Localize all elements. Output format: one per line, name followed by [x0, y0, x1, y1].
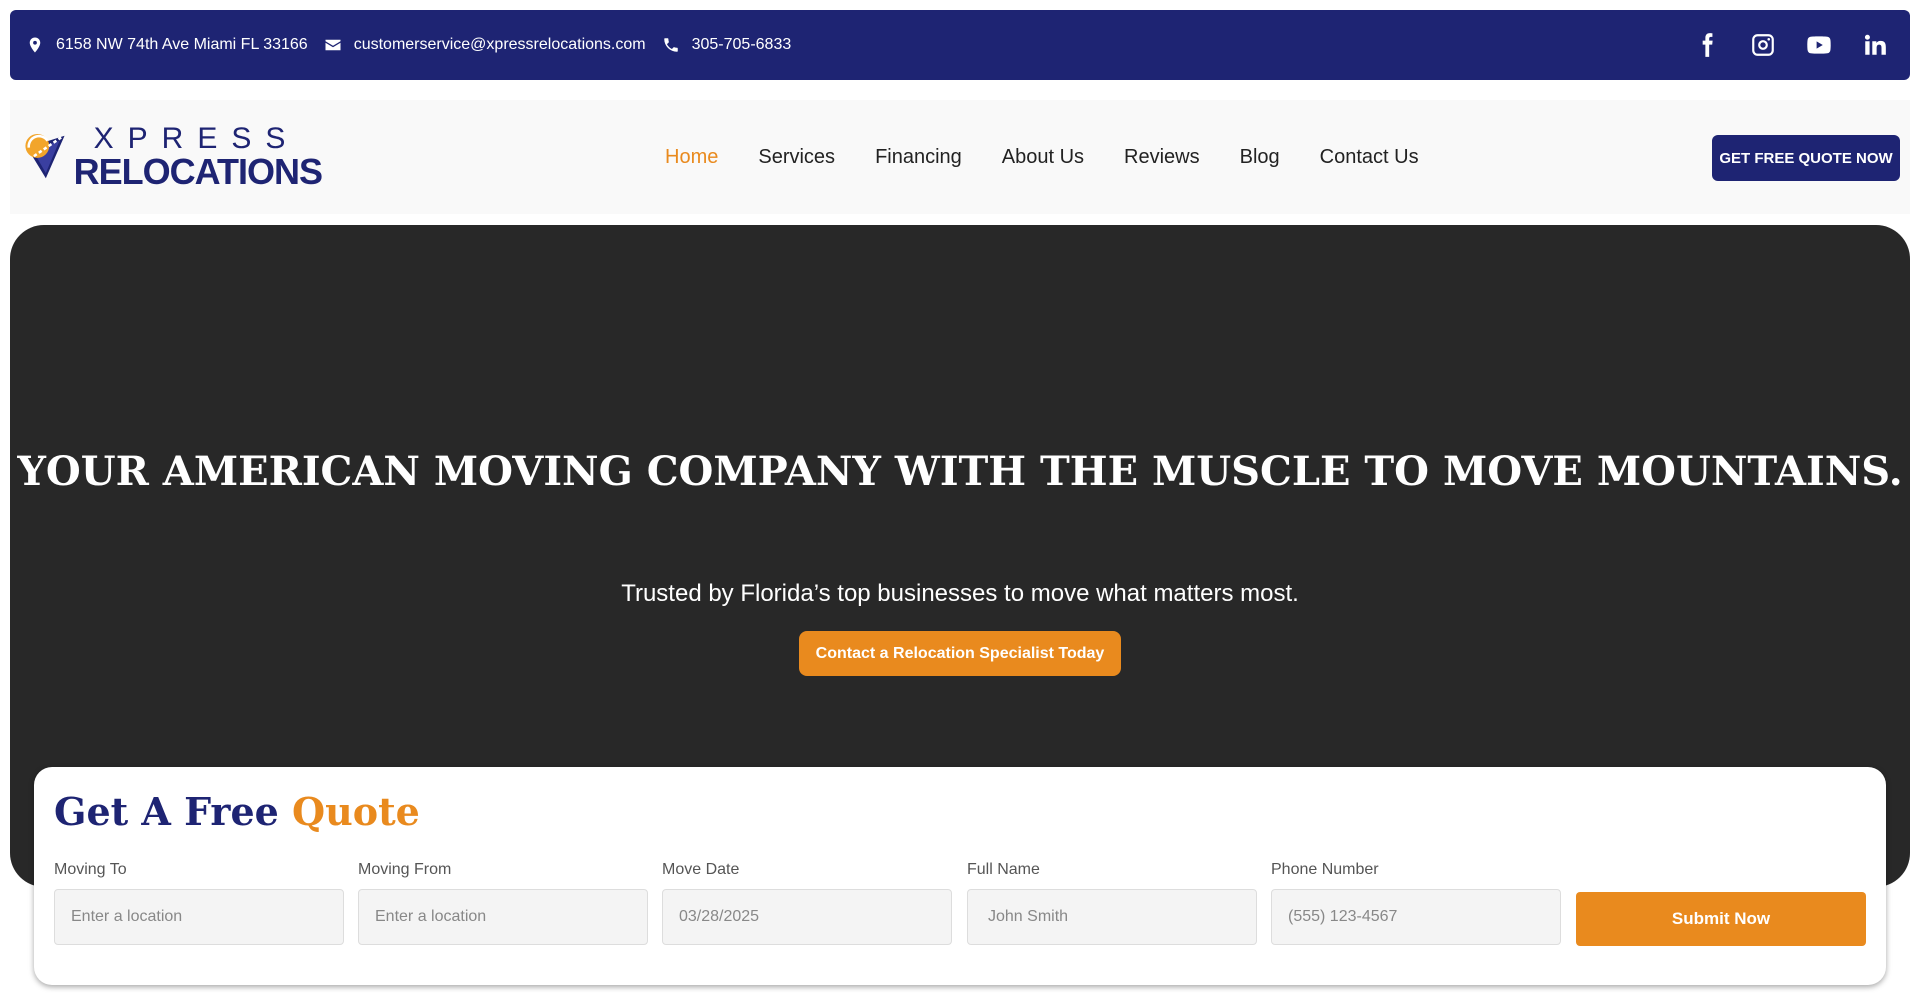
contact-specialist-button[interactable]: Contact a Relocation Specialist Today: [799, 631, 1121, 676]
envelope-icon: [325, 39, 341, 51]
moving-from-field: Moving From Enter a location: [358, 861, 648, 945]
quote-form-title: Get A Free Quote: [54, 789, 420, 834]
quote-form-card: Get A Free Quote Moving To Enter a locat…: [34, 767, 1886, 985]
address-item: 6158 NW 74th Ave Miami FL 33166: [26, 36, 308, 54]
nav-home[interactable]: Home: [665, 146, 718, 169]
quote-title-main: Get A Free: [54, 789, 293, 834]
phone-number-input[interactable]: (555) 123-4567: [1271, 889, 1561, 945]
facebook-icon[interactable]: [1694, 32, 1720, 58]
top-bar: 6158 NW 74th Ave Miami FL 33166 customer…: [10, 10, 1910, 80]
logo-text: XPRESS RELOCATIONS: [73, 122, 323, 192]
nav-reviews[interactable]: Reviews: [1124, 146, 1200, 169]
youtube-icon[interactable]: [1806, 32, 1832, 58]
get-free-quote-button[interactable]: GET FREE QUOTE NOW: [1712, 135, 1900, 181]
move-date-input[interactable]: 03/28/2025: [662, 889, 952, 945]
logo-line1: XPRESS: [93, 122, 300, 155]
logo-line2: RELOCATIONS: [73, 151, 323, 192]
phone-number-label: Phone Number: [1271, 861, 1379, 878]
nav-contact-us[interactable]: Contact Us: [1320, 146, 1419, 169]
address-text: 6158 NW 74th Ave Miami FL 33166: [56, 36, 308, 53]
phone-number-field: Phone Number (555) 123-4567: [1271, 861, 1561, 945]
social-links: [1694, 32, 1894, 58]
move-date-field: Move Date 03/28/2025: [662, 861, 952, 945]
hero-title: YOUR AMERICAN MOVING COMPANY WITH THE MU…: [17, 448, 1903, 495]
moving-from-input[interactable]: Enter a location: [358, 889, 648, 945]
submit-button[interactable]: Submit Now: [1576, 892, 1866, 946]
location-pin-icon: [29, 37, 41, 53]
quote-title-accent: Quote: [292, 789, 420, 834]
hero-subtitle: Trusted by Florida’s top businesses to m…: [621, 580, 1299, 607]
main-nav: Home Services Financing About Us Reviews…: [665, 100, 1419, 214]
phone-link[interactable]: 305-705-6833: [692, 36, 792, 54]
full-name-field: Full Name John Smith: [967, 861, 1257, 945]
full-name-input[interactable]: John Smith: [967, 889, 1257, 945]
nav-blog[interactable]: Blog: [1240, 146, 1280, 169]
nav-about-us[interactable]: About Us: [1002, 146, 1084, 169]
linkedin-icon[interactable]: [1862, 32, 1888, 58]
phone-icon: [663, 38, 678, 52]
nav-financing[interactable]: Financing: [875, 146, 962, 169]
instagram-icon[interactable]: [1750, 32, 1776, 58]
logo-mark-icon: [25, 134, 65, 179]
full-name-label: Full Name: [967, 861, 1040, 878]
site-logo[interactable]: XPRESS RELOCATIONS: [22, 122, 323, 192]
moving-from-label: Moving From: [358, 861, 452, 878]
moving-to-label: Moving To: [54, 861, 127, 878]
move-date-label: Move Date: [662, 861, 740, 878]
email-link[interactable]: customerservice@xpressrelocations.com: [354, 36, 646, 54]
moving-to-input[interactable]: Enter a location: [54, 889, 344, 945]
moving-to-field: Moving To Enter a location: [54, 861, 344, 945]
email-item[interactable]: customerservice@xpressrelocations.com: [324, 36, 646, 54]
site-header: XPRESS RELOCATIONS Home Services Financi…: [10, 100, 1910, 214]
nav-services[interactable]: Services: [758, 146, 835, 169]
phone-item[interactable]: 305-705-6833: [662, 36, 792, 54]
